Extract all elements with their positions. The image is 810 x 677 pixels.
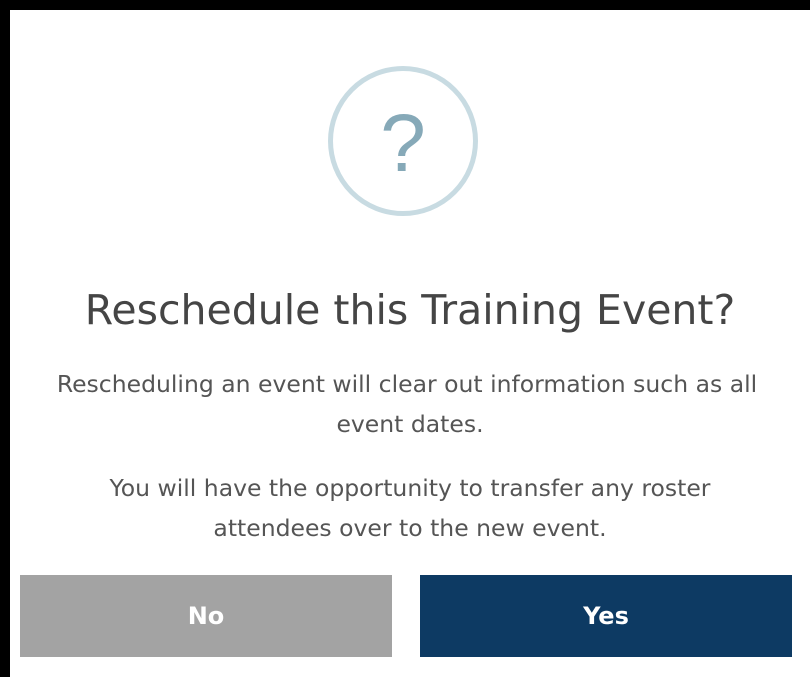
question-mark-glyph: ?	[380, 98, 426, 189]
question-mark-icon: ?	[328, 66, 478, 216]
no-button[interactable]: No	[20, 575, 392, 657]
dialog-message-warning: Rescheduling an event will clear out inf…	[10, 364, 810, 444]
dialog-message-warning-line-2: event dates.	[336, 410, 484, 438]
dialog-message-transfer: You will have the opportunity to transfe…	[10, 468, 810, 548]
dialog-message-transfer-line-2: attendees over to the new event.	[213, 514, 607, 542]
dialog-title: Reschedule this Training Event?	[84, 286, 736, 334]
reschedule-dialog: ? Reschedule this Training Event? Resche…	[10, 10, 810, 677]
dialog-message-transfer-line-1: You will have the opportunity to transfe…	[109, 474, 711, 502]
yes-button[interactable]: Yes	[420, 575, 792, 657]
dialog-message-warning-line-1: Rescheduling an event will clear out inf…	[56, 370, 758, 398]
